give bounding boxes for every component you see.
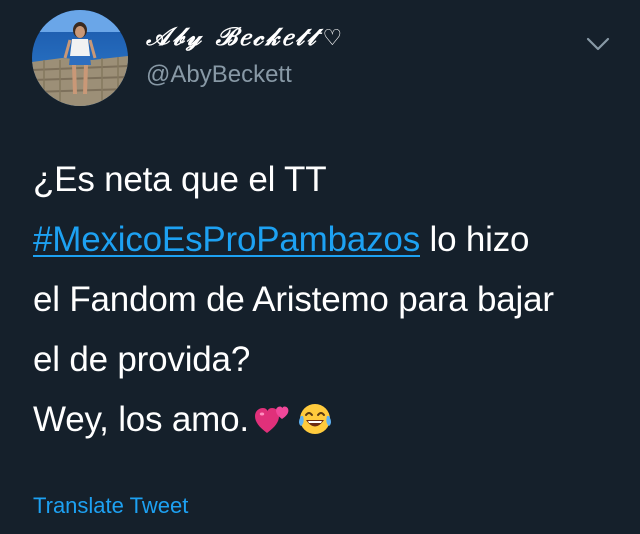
display-name-text: 𝒜𝒷𝓎 ℬ𝑒𝒸𝓀𝑒𝓉𝓉 [146, 22, 319, 51]
tweet-line: #MexicoEsProPambazos lo hizo [33, 210, 623, 270]
two-hearts-emoji [254, 396, 291, 456]
tweet-line: Wey, los amo. [33, 390, 623, 456]
tweet-line: el Fandom de Aristemo para bajar [33, 280, 554, 319]
tears-of-joy-emoji [297, 396, 333, 456]
translate-tweet-link[interactable]: Translate Tweet [33, 493, 188, 519]
avatar[interactable] [32, 10, 128, 106]
chevron-down-icon[interactable] [585, 34, 611, 54]
tweet-line: el de provida? [33, 340, 251, 379]
display-name[interactable]: 𝒜𝒷𝓎 ℬ𝑒𝒸𝓀𝑒𝓉𝓉 ♡ [146, 22, 342, 52]
heart-outline-icon: ♡ [322, 26, 343, 51]
tweet-text: ¿Es neta que el TT #MexicoEsProPambazos … [33, 150, 623, 456]
tweet-line-text: Wey, los amo. [33, 400, 249, 439]
profile-photo [32, 10, 128, 106]
tweet-line: ¿Es neta que el TT [33, 160, 327, 199]
user-handle[interactable]: @AbyBeckett [146, 61, 292, 89]
hashtag-link[interactable]: #MexicoEsProPambazos [33, 220, 420, 259]
tweet-line-rest: lo hizo [420, 220, 530, 259]
